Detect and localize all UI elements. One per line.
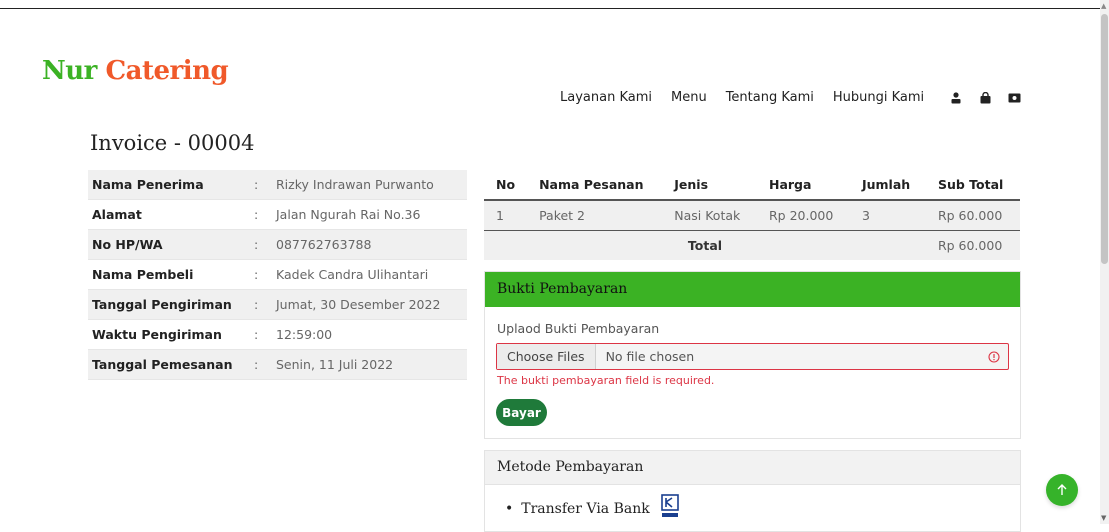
arrow-up-icon <box>1057 484 1067 495</box>
info-separator: : <box>248 319 270 350</box>
choose-files-button[interactable]: Choose Files <box>497 344 596 369</box>
col-no: No <box>484 170 528 201</box>
info-separator: : <box>248 229 270 260</box>
payment-method-card: Metode Pembayaran • Transfer Via Bank <box>484 450 1021 532</box>
col-jumlah: Jumlah <box>849 170 926 201</box>
info-value: Kadek Candra Ulihantari <box>270 259 467 290</box>
info-separator: : <box>248 259 270 290</box>
info-label: Alamat <box>88 199 248 230</box>
scroll-to-top-button[interactable] <box>1046 474 1078 506</box>
order-table: No Nama Pesanan Jenis Harga Jumlah Sub T… <box>484 170 1020 260</box>
info-row: Alamat : Jalan Ngurah Rai No.36 <box>88 199 467 230</box>
info-value: 087762763788 <box>270 229 467 260</box>
page-scrollbar[interactable]: ▲ ▼ <box>1100 0 1109 524</box>
info-row: No HP/WA : 087762763788 <box>88 229 467 260</box>
recipient-info-table: Nama Penerima : Rizky Indrawan Purwanto … <box>88 170 467 380</box>
payment-method-title: Metode Pembayaran <box>485 451 1020 485</box>
col-sub-total: Sub Total <box>925 170 1020 201</box>
info-value: 12:59:00 <box>270 319 467 350</box>
info-separator: : <box>248 349 270 380</box>
total-value: Rp 60.000 <box>925 230 1020 260</box>
info-label: Tanggal Pengiriman <box>88 289 248 320</box>
payment-proof-title: Bukti Pembayaran <box>485 272 1020 307</box>
brand-name-part1: Nur <box>42 56 97 86</box>
brand-logo[interactable]: Nur Catering <box>42 56 229 86</box>
info-row: Nama Penerima : Rizky Indrawan Purwanto <box>88 170 467 200</box>
info-label: Nama Pembeli <box>88 259 248 290</box>
info-label: Waktu Pengiriman <box>88 319 248 350</box>
nav-menu[interactable]: Menu <box>671 90 707 105</box>
col-harga: Harga <box>756 170 850 201</box>
bank-bri-logo-icon <box>658 494 684 520</box>
main-nav: Layanan Kami Menu Tentang Kami Hubungi K… <box>560 90 1035 105</box>
bag-icon[interactable] <box>977 91 993 105</box>
order-header-row: No Nama Pesanan Jenis Harga Jumlah Sub T… <box>484 170 1020 201</box>
info-row: Tanggal Pengiriman : Jumat, 30 Desember … <box>88 289 467 320</box>
cell-nama-pesanan: Paket 2 <box>527 200 663 231</box>
table-row: 1 Paket 2 Nasi Kotak Rp 20.000 3 Rp 60.0… <box>484 200 1020 231</box>
info-row: Tanggal Pemesanan : Senin, 11 Juli 2022 <box>88 349 467 380</box>
total-row: Total Rp 60.000 <box>484 230 1020 260</box>
info-value: Jumat, 30 Desember 2022 <box>270 289 467 320</box>
cell-jumlah: 3 <box>849 200 926 231</box>
scrollbar-thumb[interactable] <box>1101 14 1108 264</box>
validation-error-message: The bukti pembayaran field is required. <box>497 374 715 387</box>
cell-sub-total: Rp 60.000 <box>925 200 1020 231</box>
info-row: Waktu Pengiriman : 12:59:00 <box>88 319 467 350</box>
file-status-text: No file chosen <box>605 349 695 364</box>
info-separator: : <box>248 199 270 230</box>
cell-harga: Rp 20.000 <box>756 200 850 231</box>
info-value: Rizky Indrawan Purwanto <box>270 170 467 200</box>
user-icon[interactable] <box>948 91 964 105</box>
top-divider <box>0 8 1100 9</box>
nav-hubungi-kami[interactable]: Hubungi Kami <box>833 90 924 105</box>
cell-no: 1 <box>484 200 528 231</box>
info-label: No HP/WA <box>88 229 248 260</box>
info-separator: : <box>248 170 270 200</box>
bayar-button[interactable]: Bayar <box>496 399 547 426</box>
brand-name-part2: Catering <box>105 56 229 86</box>
col-nama-pesanan: Nama Pesanan <box>527 170 663 201</box>
error-icon <box>988 350 1000 363</box>
info-label: Nama Penerima <box>88 170 248 200</box>
card-icon[interactable] <box>1006 91 1022 105</box>
payment-proof-card: Bukti Pembayaran Uplaod Bukti Pembayaran… <box>484 271 1021 439</box>
info-separator: : <box>248 289 270 320</box>
payment-method-label: Transfer Via Bank <box>521 501 650 517</box>
nav-layanan-kami[interactable]: Layanan Kami <box>560 90 652 105</box>
cell-jenis: Nasi Kotak <box>662 200 757 231</box>
info-row: Nama Pembeli : Kadek Candra Ulihantari <box>88 259 467 290</box>
col-jenis: Jenis <box>662 170 757 201</box>
bullet-icon: • <box>505 501 514 517</box>
total-label: Total <box>484 230 926 260</box>
info-label: Tanggal Pemesanan <box>88 349 248 380</box>
scroll-down-icon[interactable]: ▼ <box>1101 514 1106 522</box>
upload-label: Uplaod Bukti Pembayaran <box>497 321 660 336</box>
scroll-up-icon[interactable]: ▲ <box>1101 2 1106 10</box>
payment-method-item[interactable]: • Transfer Via Bank <box>505 494 684 522</box>
nav-tentang-kami[interactable]: Tentang Kami <box>726 90 814 105</box>
page-title: Invoice - 00004 <box>90 131 255 155</box>
file-upload-input[interactable]: Choose Files No file chosen <box>496 343 1009 370</box>
info-value: Senin, 11 Juli 2022 <box>270 349 467 380</box>
info-value: Jalan Ngurah Rai No.36 <box>270 199 467 230</box>
